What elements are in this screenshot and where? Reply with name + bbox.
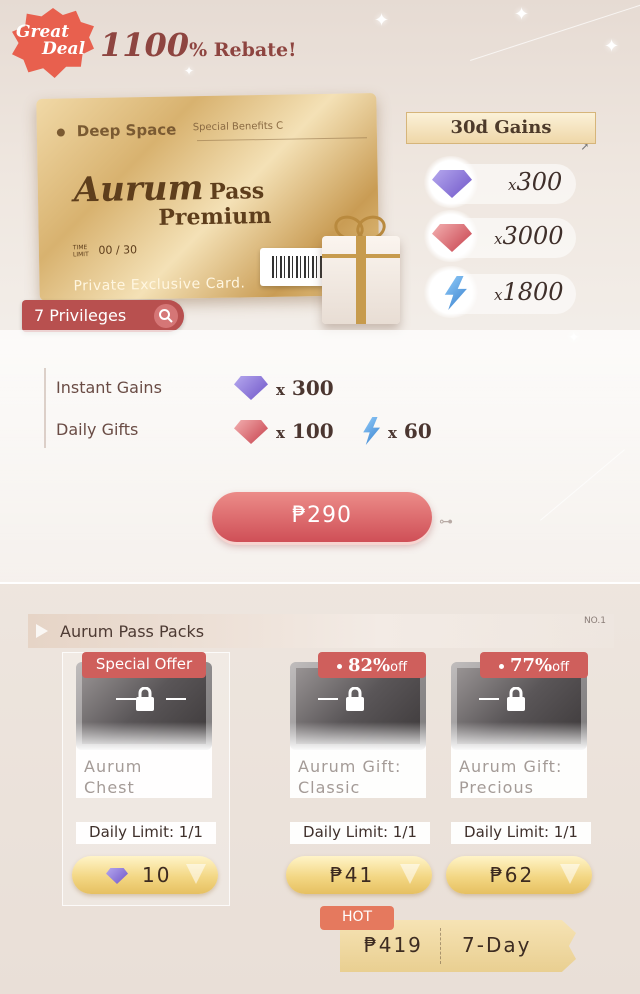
pack-name-line1: Aurum Gift: <box>298 757 402 776</box>
dot-icon <box>336 664 342 669</box>
instant-gains-value: x 300 <box>276 376 334 400</box>
pack-name-line2: Precious <box>459 778 534 797</box>
instant-gains-label: Instant Gains <box>56 378 162 397</box>
card-limit-value: 00 / 30 <box>98 243 138 257</box>
card-title-pass: Pass <box>208 178 265 205</box>
great-deal-text: Great Deal <box>16 24 92 58</box>
daily-limit: Daily Limit: 1/1 <box>290 822 430 844</box>
hot-tag: HOT <box>320 906 394 930</box>
buy-classic-button[interactable]: ₱41 <box>286 856 432 894</box>
card-benefits: Special Benefits C <box>192 120 284 134</box>
pack-card-classic[interactable]: Aurum Gift: Classic <box>276 652 426 828</box>
buy-aurum-chest-button[interactable]: 10 <box>72 856 218 894</box>
buy-precious-button[interactable]: ₱62 <box>446 856 592 894</box>
pack-name-line1: Aurum <box>84 757 143 776</box>
gain-value-blue: x1800 <box>494 278 564 306</box>
packs-number: NO.1 <box>583 616 606 626</box>
sparkle-icon: ✦ <box>374 10 390 31</box>
purchase-price: ₱290 <box>292 503 352 528</box>
card-brand: Deep Space <box>57 121 177 141</box>
gain-value-purple: x300 <box>508 168 563 196</box>
chevron-down-icon <box>186 864 206 884</box>
gift-box-icon <box>322 236 400 324</box>
sparkle-icon: ✦ <box>604 36 620 57</box>
discount-tag: 77%off <box>480 652 588 678</box>
privileges-panel <box>0 330 640 584</box>
daily-red-value: x 100 <box>276 419 334 443</box>
pack-price: ₱62 <box>490 863 535 887</box>
rebate-text: % Rebate! <box>189 39 297 61</box>
dot-icon <box>498 664 504 669</box>
daily-gifts-label: Daily Gifts <box>56 420 139 439</box>
hot-offer-duration: 7-Day <box>462 933 532 957</box>
purchase-button[interactable]: ₱290 ⊶ <box>212 492 453 542</box>
pack-name: Aurum Gift: Precious <box>451 750 587 798</box>
pack-name: Aurum Gift: Classic <box>290 750 426 798</box>
hot-offer-price: ₱419 <box>364 933 423 957</box>
gain-value-red: x3000 <box>494 222 564 250</box>
packs-title: Aurum Pass Packs <box>60 622 205 641</box>
magnifier-icon <box>154 304 178 328</box>
chevron-down-icon <box>560 864 580 884</box>
pack-card-precious[interactable]: Aurum Gift: Precious <box>437 652 587 828</box>
expand-arrow-icon: ↗ <box>580 142 589 153</box>
lock-line <box>166 698 186 700</box>
privileges-label: 7 Privileges <box>34 306 127 325</box>
gains-title: 30d Gains ↗ <box>406 112 596 153</box>
daily-limit: Daily Limit: 1/1 <box>451 822 591 844</box>
lock-icon <box>501 684 531 714</box>
pack-name: Aurum Chest <box>76 750 212 798</box>
panel-divider <box>44 368 46 448</box>
pack-name-line2: Chest <box>84 778 135 797</box>
ticket-divider <box>440 928 441 964</box>
lock-icon <box>340 684 370 714</box>
daily-blue-value: x 60 <box>388 419 432 443</box>
daily-limit: Daily Limit: 1/1 <box>76 822 216 844</box>
sparkle-icon: ✦ <box>514 4 530 25</box>
rebate-title: 1100% Rebate! <box>100 26 296 64</box>
special-offer-text: Special Offer <box>95 655 193 673</box>
special-offer-tag: Special Offer <box>82 652 206 678</box>
privileges-button[interactable]: 7 Privileges <box>22 300 184 332</box>
discount-tag: 82%off <box>318 652 426 678</box>
pack-price: 10 <box>142 863 172 887</box>
gains-title-text: 30d Gains <box>450 117 552 138</box>
pack-name-line2: Classic <box>298 778 361 797</box>
packs-header: Aurum Pass Packs NO.1 <box>28 614 614 648</box>
rebate-number: 1100 <box>100 26 190 64</box>
pack-name-line1: Aurum Gift: <box>459 757 563 776</box>
sparkle-icon: ✦ <box>184 64 195 78</box>
lock-line <box>318 698 338 700</box>
pack-price: ₱41 <box>330 863 375 887</box>
badge-line2: Deal <box>42 39 86 59</box>
card-divider <box>197 137 367 142</box>
chevron-down-icon <box>400 864 420 884</box>
lock-line <box>479 698 499 700</box>
lock-icon <box>130 684 160 714</box>
card-time-limit: TIME LIMIT 00 / 30 <box>73 243 137 258</box>
purple-diamond-icon <box>106 868 128 884</box>
pack-card-aurum-chest[interactable]: Aurum Chest <box>62 652 230 906</box>
card-subtitle: Private Exclusive Card. <box>73 275 246 295</box>
card-limit-label: TIME LIMIT <box>72 244 89 259</box>
card-title-premium: Premium <box>158 202 272 231</box>
price-tag-icon: ⊶ <box>439 514 454 530</box>
